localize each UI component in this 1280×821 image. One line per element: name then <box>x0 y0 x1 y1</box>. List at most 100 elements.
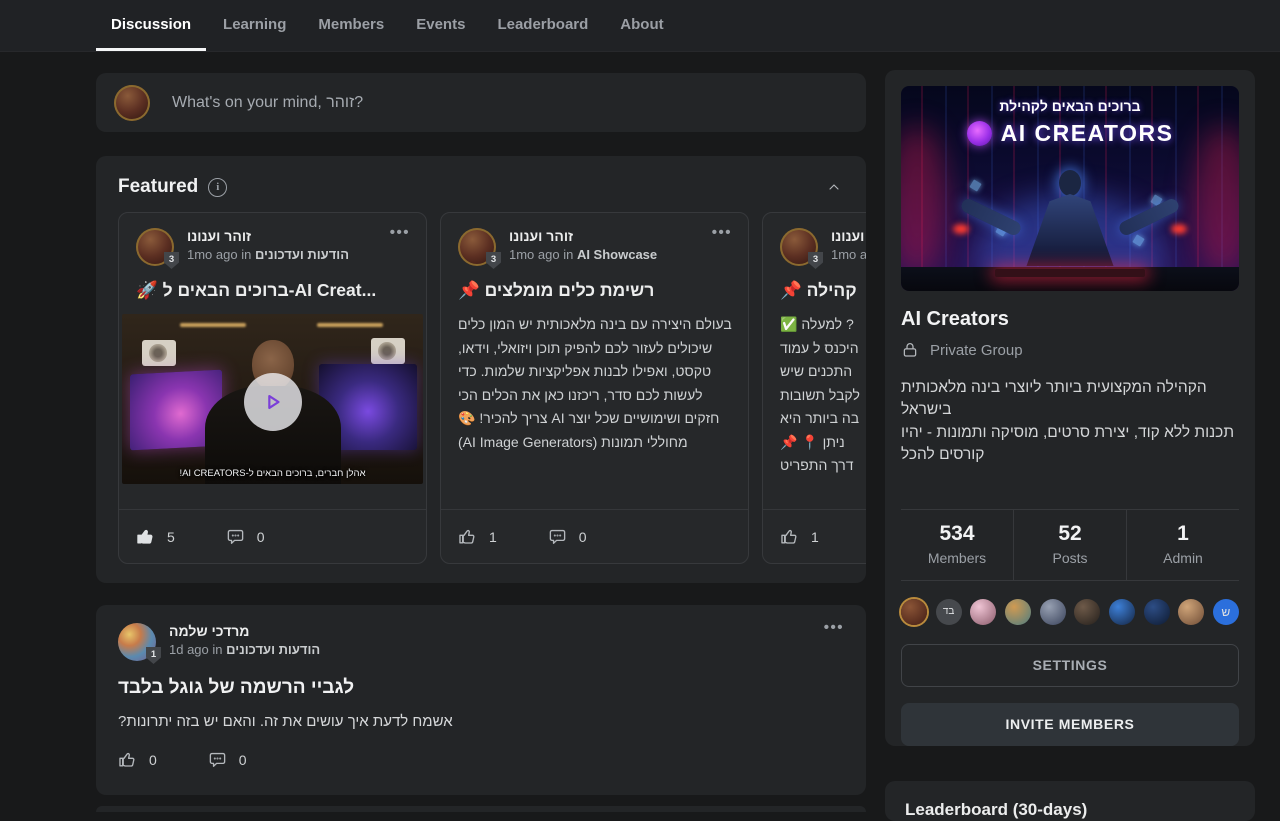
lock-icon <box>901 341 919 359</box>
post-title[interactable]: לגביי הרשמה של גוגל בלבד <box>118 677 844 699</box>
chevron-up-icon[interactable] <box>826 179 842 195</box>
member-avatar[interactable] <box>1144 599 1170 625</box>
tab-leaderboard[interactable]: Leaderboard <box>482 0 603 51</box>
avatar[interactable]: 3 <box>136 228 174 266</box>
post-composer[interactable]: What's on your mind, זוהר? <box>96 73 866 132</box>
tab-about[interactable]: About <box>605 0 678 51</box>
post-category[interactable]: הודעות ועדכונים <box>255 247 349 262</box>
post-meta: 1mo ago in AI Showcase <box>509 247 657 262</box>
admin-label: Admin <box>1127 550 1239 566</box>
group-banner-image[interactable]: ברוכים הבאים לקהילת AI CREATORS <box>901 86 1239 291</box>
member-avatar[interactable] <box>1005 599 1031 625</box>
like-button[interactable]: 1 <box>458 527 497 546</box>
member-avatar[interactable] <box>1109 599 1135 625</box>
post-category[interactable]: AI Showcase <box>577 247 657 262</box>
avatar[interactable]: 1 <box>118 623 156 661</box>
post-time: 1mo ago in <box>831 247 866 262</box>
top-navigation: Discussion Learning Members Events Leade… <box>0 0 1280 52</box>
privacy-label: Private Group <box>930 342 1023 359</box>
featured-carousel: 3 זוהר וענונו 1mo ago in הודעות ועדכונים… <box>118 212 866 564</box>
more-options-icon[interactable]: ••• <box>712 228 732 238</box>
play-button[interactable] <box>244 373 302 431</box>
author-name[interactable]: זוהר וענונו <box>509 228 657 244</box>
featured-section: Featured i 3 זוהר וענונו 1mo ago in הודע… <box>96 156 866 583</box>
post-title[interactable]: 📌 קהילה <box>763 266 866 301</box>
video-thumbnail[interactable]: אהלן חברים, ברוכים הבאים ל-AI CREATORS! <box>122 314 423 484</box>
featured-post-card[interactable]: 3 זוהר וענונו 1mo ago in ••• 📌 קהילה ? ל… <box>762 212 866 564</box>
post-meta: 1mo ago in הודעות ועדכונים <box>187 247 349 262</box>
post-body: אשמח לדעת איך עושים את זה. והאם יש בזה י… <box>118 713 844 730</box>
comment-button[interactable]: 0 <box>548 527 587 546</box>
banner-figure <box>1059 170 1081 196</box>
banner-logo-text: AI CREATORS <box>1001 120 1174 147</box>
like-button[interactable]: 0 <box>118 750 157 769</box>
comment-count: 0 <box>257 529 265 545</box>
post-meta: 1mo ago in <box>831 247 866 262</box>
post-meta: 1d ago in הודעות ועדכונים <box>169 642 320 657</box>
feed-post[interactable]: 1 מרדכי שלמה 1d ago in הודעות ועדכונים •… <box>96 605 866 795</box>
video-caption: אהלן חברים, ברוכים הבאים ל-AI CREATORS! <box>122 468 423 479</box>
author-name[interactable]: מרדכי שלמה <box>169 623 320 639</box>
like-button[interactable]: 1 <box>780 527 819 546</box>
post-time: 1mo ago in <box>187 247 255 262</box>
studio-light <box>180 323 246 327</box>
member-avatar[interactable]: ש <box>1213 599 1239 625</box>
member-avatar[interactable] <box>1178 599 1204 625</box>
stat-admins[interactable]: 1 Admin <box>1126 510 1239 580</box>
member-avatar[interactable] <box>901 599 927 625</box>
featured-post-card[interactable]: 3 זוהר וענונו 1mo ago in הודעות ועדכונים… <box>118 212 427 564</box>
member-avatar[interactable] <box>970 599 996 625</box>
info-icon[interactable]: i <box>208 178 227 197</box>
tab-events[interactable]: Events <box>401 0 480 51</box>
banner-figure-hand <box>1171 224 1187 234</box>
featured-post-card[interactable]: 3 זוהר וענונו 1mo ago in AI Showcase •••… <box>440 212 749 564</box>
member-avatar[interactable] <box>1040 599 1066 625</box>
stat-posts[interactable]: 52 Posts <box>1013 510 1126 580</box>
comment-count: 0 <box>239 752 247 768</box>
author-name[interactable]: זוהר וענונו <box>831 228 866 244</box>
speaker <box>371 338 405 364</box>
members-count: 534 <box>901 522 1013 546</box>
author-name[interactable]: זוהר וענונו <box>187 228 349 244</box>
group-stats: 534 Members 52 Posts 1 Admin <box>901 509 1239 581</box>
posts-label: Posts <box>1014 550 1126 566</box>
members-label: Members <box>901 550 1013 566</box>
post-title[interactable]: 🚀 ברוכים הבאים ל-AI Creat... <box>119 266 426 301</box>
tab-discussion[interactable]: Discussion <box>96 0 206 51</box>
settings-button[interactable]: SETTINGS <box>901 644 1239 687</box>
post-body: בעולם היצירה עם בינה מלאכותית יש המון כל… <box>441 301 748 454</box>
member-avatar[interactable] <box>1074 599 1100 625</box>
member-avatar[interactable]: בד <box>936 599 962 625</box>
avatar[interactable]: 3 <box>780 228 818 266</box>
featured-title: Featured <box>118 176 198 198</box>
more-options-icon[interactable]: ••• <box>390 228 410 238</box>
post-time: 1mo ago in <box>509 247 577 262</box>
leaderboard-title: Leaderboard (30-days) <box>905 800 1235 820</box>
post-body: ? למעלה ✅ היכנס ל עמוד התכנים שיש לקבל ת… <box>763 301 866 478</box>
avatar[interactable]: 3 <box>458 228 496 266</box>
more-options-icon[interactable]: ••• <box>824 623 844 633</box>
banner-figure-hand <box>953 224 969 234</box>
composer-prompt[interactable]: What's on your mind, זוהר? <box>172 94 363 112</box>
member-avatar-row: בד ש <box>901 599 1239 625</box>
comment-button[interactable]: 0 <box>226 527 265 546</box>
next-post-card-edge <box>96 806 866 812</box>
admin-count: 1 <box>1127 522 1239 546</box>
avatar-initials: ש <box>1222 605 1231 619</box>
leaderboard-card[interactable]: Leaderboard (30-days) <box>885 781 1255 821</box>
group-description: הקהילה המקצועית ביותר ליוצרי בינה מלאכות… <box>901 377 1239 467</box>
post-time: 1d ago in <box>169 642 226 657</box>
group-info-card: ברוכים הבאים לקהילת AI CREATORS AI Creat… <box>885 70 1255 746</box>
comment-button[interactable]: 0 <box>208 750 247 769</box>
post-category[interactable]: הודעות ועדכונים <box>226 642 320 657</box>
like-button[interactable]: 5 <box>136 527 175 546</box>
post-title[interactable]: 📌 רשימת כלים מומלצים <box>441 266 748 301</box>
speaker <box>142 340 176 366</box>
avatar-initials: בד <box>943 606 955 617</box>
stat-members[interactable]: 534 Members <box>901 510 1013 580</box>
invite-members-button[interactable]: INVITE MEMBERS <box>901 703 1239 746</box>
banner-welcome-text: ברוכים הבאים לקהילת <box>901 98 1239 114</box>
tab-members[interactable]: Members <box>303 0 399 51</box>
tab-learning[interactable]: Learning <box>208 0 301 51</box>
like-count: 0 <box>149 752 157 768</box>
